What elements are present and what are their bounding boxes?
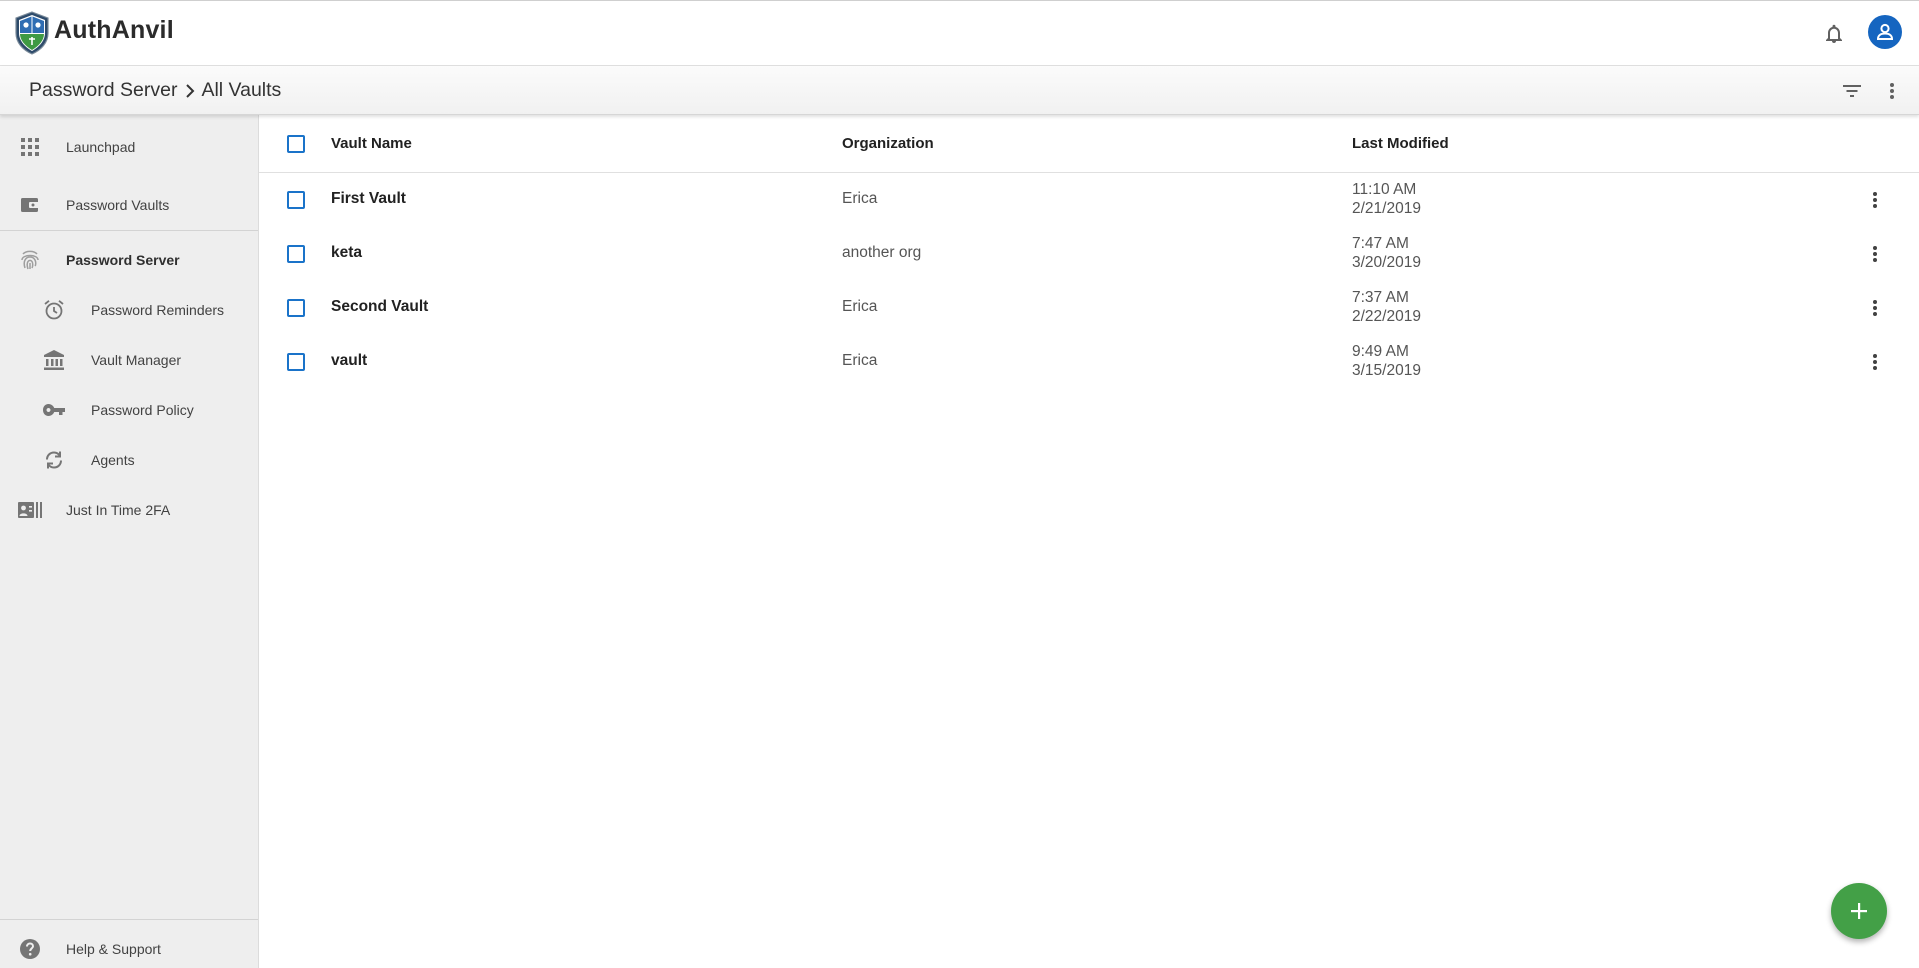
id-card-icon <box>18 498 42 522</box>
chevron-right-icon <box>185 83 195 99</box>
sidebar-item-label: Password Server <box>66 252 180 268</box>
sidebar-item-label: Password Policy <box>91 402 194 418</box>
sidebar-item-label: Password Vaults <box>66 197 170 213</box>
table-header: Vault Name Organization Last Modified <box>259 115 1919 173</box>
row-more-vertical-icon[interactable] <box>1863 187 1887 213</box>
column-header-vault-name[interactable]: Vault Name <box>331 135 412 152</box>
sidebar-item-label: Password Reminders <box>91 302 225 318</box>
table-row[interactable]: Second Vault Erica 7:37 AM 2/22/2019 <box>259 281 1919 335</box>
sidebar-item-label: Agents <box>91 452 135 468</box>
sidebar-item-vault-manager[interactable]: Vault Manager <box>0 337 258 383</box>
key-icon <box>42 398 66 422</box>
vault-table: Vault Name Organization Last Modified Fi… <box>259 115 1919 968</box>
sidebar-item-password-vaults[interactable]: Password Vaults <box>0 182 258 228</box>
vault-name-cell[interactable]: Second Vault <box>331 298 428 316</box>
column-header-last-modified[interactable]: Last Modified <box>1352 135 1449 152</box>
top-app-bar: AuthAnvil <box>0 0 1919 66</box>
fingerprint-icon <box>18 248 42 272</box>
vault-name-cell[interactable]: First Vault <box>331 190 406 208</box>
sidebar-item-agents[interactable]: Agents <box>0 437 258 483</box>
table-row[interactable]: First Vault Erica 11:10 AM 2/21/2019 <box>259 173 1919 227</box>
sync-icon <box>42 448 66 472</box>
bank-icon <box>42 348 66 372</box>
sidebar-divider <box>0 919 258 920</box>
breadcrumb-password-server[interactable]: Password Server <box>29 79 177 102</box>
more-vertical-icon[interactable] <box>1880 78 1904 104</box>
sidebar-item-just-in-time-2fa[interactable]: Just In Time 2FA <box>0 487 258 533</box>
row-more-vertical-icon[interactable] <box>1863 241 1887 267</box>
sidebar-item-label: Vault Manager <box>91 352 182 368</box>
modified-time: 9:49 AM <box>1352 343 1409 360</box>
last-modified-cell: 7:47 AM 3/20/2019 <box>1352 234 1421 272</box>
brand-name: AuthAnvil <box>54 16 174 44</box>
table-row[interactable]: keta another org 7:47 AM 3/20/2019 <box>259 227 1919 281</box>
sidebar-item-password-reminders[interactable]: Password Reminders <box>0 287 258 333</box>
add-vault-button[interactable] <box>1831 883 1887 939</box>
sidebar-item-help-support[interactable]: Help & Support <box>0 926 258 968</box>
row-more-vertical-icon[interactable] <box>1863 295 1887 321</box>
select-all-checkbox[interactable] <box>287 135 305 153</box>
sidebar-item-launchpad[interactable]: Launchpad <box>0 124 258 170</box>
plus-icon <box>1851 903 1867 919</box>
wallet-icon <box>18 193 42 217</box>
organization-cell: Erica <box>842 298 878 315</box>
apps-grid-icon <box>18 135 42 159</box>
breadcrumb-current: All Vaults <box>201 79 282 101</box>
row-checkbox[interactable] <box>287 245 305 263</box>
row-checkbox[interactable] <box>287 299 305 317</box>
bell-icon[interactable] <box>1821 21 1847 47</box>
modified-date: 3/20/2019 <box>1352 254 1421 271</box>
sidebar-item-password-server[interactable]: Password Server <box>0 237 258 283</box>
sidebar-item-label: Just In Time 2FA <box>66 502 171 518</box>
sidebar-item-label: Help & Support <box>66 941 161 957</box>
modified-date: 3/15/2019 <box>1352 362 1421 379</box>
modified-date: 2/21/2019 <box>1352 200 1421 217</box>
breadcrumb: Password Server All Vaults <box>29 79 281 102</box>
alarm-clock-icon <box>42 298 66 322</box>
sidebar-item-label: Launchpad <box>66 139 136 155</box>
modified-time: 7:37 AM <box>1352 289 1409 306</box>
modified-time: 11:10 AM <box>1352 181 1417 198</box>
last-modified-cell: 9:49 AM 3/15/2019 <box>1352 342 1421 380</box>
organization-cell: Erica <box>842 190 878 207</box>
authanvil-logo-icon <box>15 11 49 55</box>
last-modified-cell: 7:37 AM 2/22/2019 <box>1352 288 1421 326</box>
organization-cell: another org <box>842 244 922 261</box>
modified-time: 7:47 AM <box>1352 235 1409 252</box>
user-avatar-icon[interactable] <box>1868 15 1902 49</box>
row-checkbox[interactable] <box>287 353 305 371</box>
modified-date: 2/22/2019 <box>1352 308 1421 325</box>
help-circle-icon <box>18 937 42 961</box>
vault-name-cell[interactable]: keta <box>331 244 362 262</box>
row-checkbox[interactable] <box>287 191 305 209</box>
vault-name-cell[interactable]: vault <box>331 352 367 370</box>
column-header-organization[interactable]: Organization <box>842 135 934 152</box>
organization-cell: Erica <box>842 352 878 369</box>
row-more-vertical-icon[interactable] <box>1863 349 1887 375</box>
filter-icon[interactable] <box>1838 79 1866 103</box>
breadcrumb-bar: Password Server All Vaults <box>0 66 1919 115</box>
last-modified-cell: 11:10 AM 2/21/2019 <box>1352 180 1421 218</box>
table-row[interactable]: vault Erica 9:49 AM 3/15/2019 <box>259 335 1919 389</box>
sidebar-divider <box>0 230 258 231</box>
sidebar-item-password-policy[interactable]: Password Policy <box>0 387 258 433</box>
sidebar: Launchpad Password Vaults Password Serve… <box>0 115 259 968</box>
